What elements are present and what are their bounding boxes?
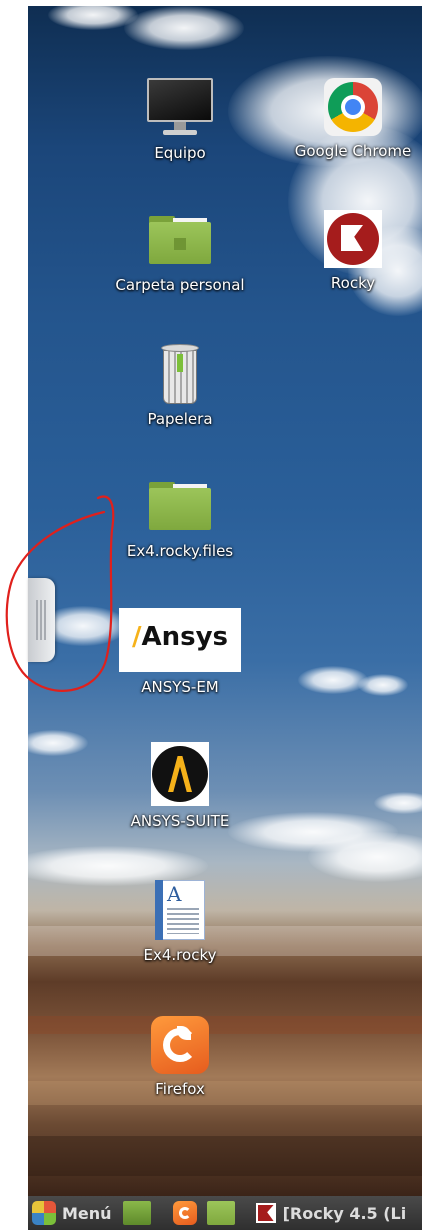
menu-button[interactable]: Menú: [28, 1196, 118, 1230]
rocky-icon: [324, 210, 382, 268]
mint-menu-icon: [32, 1201, 56, 1225]
side-panel-handle[interactable]: [28, 578, 55, 662]
taskbar: Menú [Rocky 4.5 (Li: [28, 1196, 422, 1230]
desktop-icon-label: ANSYS-SUITE: [130, 812, 230, 830]
desktop-icon-equipo[interactable]: Equipo: [110, 78, 250, 162]
folder-icon[interactable]: [206, 1201, 235, 1225]
ansys-em-icon: /Ansys: [119, 608, 241, 672]
desktop-icon-label: Ex4.rocky.files: [126, 542, 234, 560]
desktop-icon-label: Carpeta personal: [115, 276, 245, 294]
cloud: [374, 792, 422, 814]
trash-icon: [160, 344, 200, 404]
desktop-icon-carpeta-personal[interactable]: Carpeta personal: [110, 216, 250, 294]
cloud: [358, 674, 408, 696]
desktop-icon-label: Google Chrome: [294, 142, 412, 160]
rocky-icon: [255, 1203, 276, 1223]
menu-label: Menú: [62, 1203, 112, 1223]
firefox-icon: [151, 1016, 209, 1074]
desktop-icon-ex4-rocky[interactable]: A Ex4.rocky: [110, 880, 250, 964]
desktop-icon-label: Ex4.rocky: [143, 946, 217, 964]
taskbar-window-label: [Rocky 4.5 (Li: [282, 1203, 407, 1223]
desktop-icon-label: Firefox: [155, 1080, 205, 1098]
folder-icon: [149, 482, 211, 530]
desktop-icon-papelera[interactable]: Papelera: [110, 344, 250, 428]
desktop-icon-firefox[interactable]: Firefox: [110, 1016, 250, 1098]
chrome-icon: [324, 78, 382, 136]
left-margin: [0, 0, 28, 1230]
desert-band: [28, 1136, 422, 1176]
cloud: [308, 832, 422, 882]
cloud: [298, 666, 368, 694]
grip-icon: [36, 600, 46, 640]
document-glyph: A: [167, 882, 182, 906]
ansys-logo-text: /Ansys: [131, 622, 229, 652]
desktop[interactable]: Equipo Google Chrome Carpeta personal Ro…: [28, 6, 422, 1196]
computer-icon: [147, 78, 213, 138]
screen: Equipo Google Chrome Carpeta personal Ro…: [0, 0, 422, 1230]
desktop-icon-ansys-em[interactable]: /Ansys ANSYS-EM: [110, 608, 250, 696]
desktop-icon-label: Papelera: [147, 410, 213, 428]
desktop-icon-label: Rocky: [330, 274, 376, 292]
home-folder-icon: [149, 216, 211, 264]
desktop-icon-rocky[interactable]: Rocky: [283, 210, 422, 292]
firefox-icon[interactable]: [172, 1201, 197, 1225]
desktop-icon-label: ANSYS-EM: [141, 678, 219, 696]
desktop-icon-ex4-rocky-files[interactable]: Ex4.rocky.files: [110, 482, 250, 560]
taskbar-window-rocky[interactable]: [Rocky 4.5 (Li: [252, 1196, 407, 1230]
desktop-icon-label: Equipo: [154, 144, 206, 162]
desktop-icon-google-chrome[interactable]: Google Chrome: [283, 78, 422, 160]
document-icon: A: [153, 880, 207, 940]
ansys-suite-icon: [151, 742, 209, 806]
show-desktop-icon[interactable]: [122, 1201, 151, 1225]
cloud: [124, 6, 244, 50]
desktop-icon-ansys-suite[interactable]: ANSYS-SUITE: [110, 742, 250, 830]
cloud: [28, 730, 88, 756]
